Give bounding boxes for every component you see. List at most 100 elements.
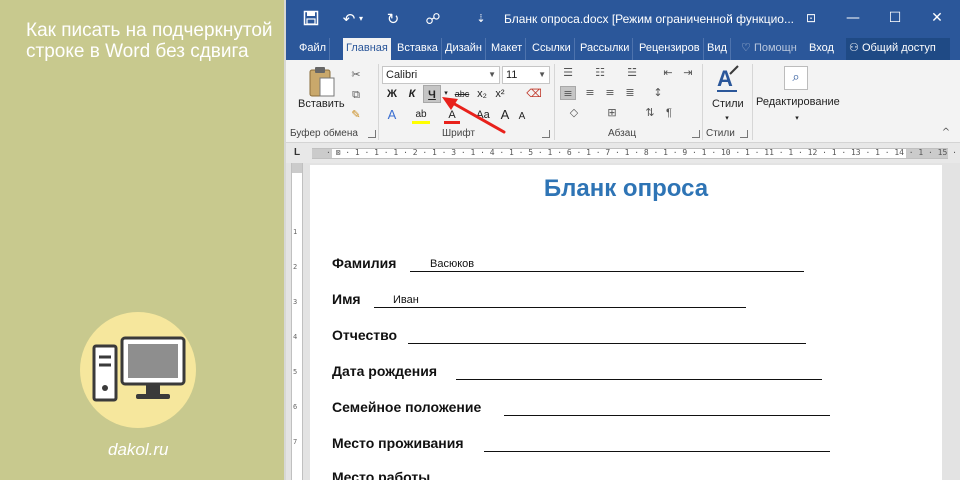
highlight-button[interactable]: ab [412,106,430,124]
align-left-icon[interactable]: ≡ [560,86,576,100]
format-painter-icon[interactable]: ✎ [348,108,364,122]
article-banner: Как писать на подчеркнутой строке в Word… [0,0,284,480]
field-underline [408,343,806,344]
article-title: Как писать на подчеркнутой строке в Word… [26,20,273,62]
multilevel-list-icon[interactable]: ☱ [624,66,640,80]
chevron-down-icon[interactable]: ▾ [722,110,732,128]
bold-button[interactable]: Ж [384,85,400,103]
paragraph-launcher-icon[interactable] [692,130,700,138]
numbering-icon[interactable]: ☷ [592,66,608,80]
form-field-surname: Фамилия Васюков [332,255,832,275]
tab-insert[interactable]: Вставка [394,38,442,60]
copy-icon[interactable]: ⧉ [348,88,364,102]
underline-dropdown-icon[interactable]: ▾ [442,85,450,103]
clear-formatting-icon[interactable]: ⌫ [526,87,542,101]
form-field-marital-status: Семейное положение [332,399,832,419]
ruler-scale: · ⊠ · 1 · 1 · 1 · 2 · 1 · 3 · 1 · 4 · 1 … [326,148,960,157]
field-label: Имя [332,291,361,307]
group-divider [378,64,379,140]
save-icon[interactable] [300,10,322,28]
vruler-number: 3 [293,298,298,306]
text-effects-button[interactable]: A [384,106,400,124]
tab-file[interactable]: Файл [296,38,331,60]
tab-design[interactable]: Дизайн [442,38,486,60]
vruler-number: 5 [293,368,298,376]
bullets-icon[interactable]: ☰ [560,66,576,80]
field-label: Место проживания [332,435,464,451]
tab-layout[interactable]: Макет [488,38,527,60]
increase-indent-icon[interactable]: ⇥ [680,66,696,80]
clipboard-launcher-icon[interactable] [368,130,376,138]
italic-button[interactable]: К [404,85,420,103]
close-icon[interactable]: ✕ [926,8,948,28]
touch-mode-icon[interactable]: ☍ [422,10,444,28]
field-value[interactable]: Васюков [430,258,474,270]
underline-button[interactable]: Ч [423,85,441,103]
styles-launcher-icon[interactable] [740,130,748,138]
paste-label[interactable]: Вставить [298,98,345,110]
lightbulb-icon: ♡ [741,42,751,54]
font-name-select[interactable]: Calibri ▼ [382,66,500,84]
qat-customize-icon[interactable]: ⇣ [470,10,492,28]
tab-review[interactable]: Рецензиров [636,38,704,60]
tab-view[interactable]: Вид [704,38,731,60]
vruler-number: 6 [293,403,298,411]
grow-font-button[interactable]: A [498,106,512,124]
chevron-down-icon[interactable]: ▾ [792,110,802,128]
line-spacing-icon[interactable]: ↕ [650,86,666,100]
field-label: Отчество [332,327,398,343]
signin-link[interactable]: Вход [806,38,837,60]
borders-icon[interactable]: ⊞ [604,106,620,120]
chevron-down-icon: ▼ [488,70,496,79]
subscript-button[interactable]: x₂ [474,85,490,103]
shrink-font-button[interactable]: A [516,108,528,126]
change-case-button[interactable]: Aa [474,106,492,124]
group-divider [554,64,555,140]
font-launcher-icon[interactable] [542,130,550,138]
share-button[interactable]: ⚇ Общий доступ [846,38,950,60]
horizontal-ruler: L · ⊠ · 1 · 1 · 1 · 2 · 1 · 3 · 1 · 4 · … [286,143,960,163]
collapse-ribbon-icon[interactable]: ^ [938,126,954,140]
shading-icon[interactable]: ◇ [566,106,582,120]
cut-icon[interactable]: ✂ [348,68,364,82]
tell-me-box[interactable]: ♡ Помощн [738,38,800,60]
vruler-number: 2 [293,263,298,271]
font-size-value: 11 [506,69,518,81]
search-icon[interactable]: ⌕ [784,66,808,90]
field-value[interactable]: Иван [393,294,419,306]
tab-references[interactable]: Ссылки [529,38,575,60]
decrease-indent-icon[interactable]: ⇤ [660,66,676,80]
editing-label[interactable]: Редактирование [756,96,840,108]
ribbon-display-options-icon[interactable]: ⊡ [800,8,822,28]
svg-text:A: A [717,66,733,91]
font-size-select[interactable]: 11 ▼ [502,66,550,84]
sort-icon[interactable]: ⇅ [642,106,658,120]
justify-icon[interactable]: ≣ [622,86,638,100]
vruler-number: 4 [293,333,298,341]
vruler-number: 7 [293,438,298,446]
document-title: Бланк опроса.docx [Режим ограниченной фу… [504,12,794,26]
field-underline [410,271,804,272]
redo-icon[interactable]: ↻ [382,10,404,28]
field-label: Семейное положение [332,399,482,415]
font-color-button[interactable]: A [444,106,460,124]
show-formatting-button[interactable]: ¶ [662,104,676,122]
maximize-icon[interactable]: ☐ [884,8,906,28]
align-right-icon[interactable]: ≡ [602,86,618,100]
undo-dropdown-icon[interactable]: ▾ [356,10,366,28]
styles-icon[interactable]: A [714,64,740,96]
word-window: ↶ ▾ ↻ ☍ ⇣ Бланк опроса.docx [Режим огран… [284,0,960,480]
strikethrough-button[interactable]: abc [453,85,471,103]
tab-selector[interactable]: L [294,147,300,158]
tab-mailings[interactable]: Рассылки [577,38,634,60]
align-center-icon[interactable]: ≡ [582,86,598,100]
form-field-workplace: Место работы [332,469,832,480]
styles-button-label[interactable]: Стили [712,98,744,110]
group-clipboard-label: Буфер обмена [290,128,358,139]
tab-home[interactable]: Главная [343,38,391,60]
superscript-button[interactable]: x² [492,85,508,103]
group-font-label: Шрифт [442,128,475,139]
field-label: Дата рождения [332,363,438,379]
document-page[interactable]: Бланк опроса Фамилия Васюков Имя Иван От… [310,165,942,480]
minimize-icon[interactable]: — [842,8,864,28]
